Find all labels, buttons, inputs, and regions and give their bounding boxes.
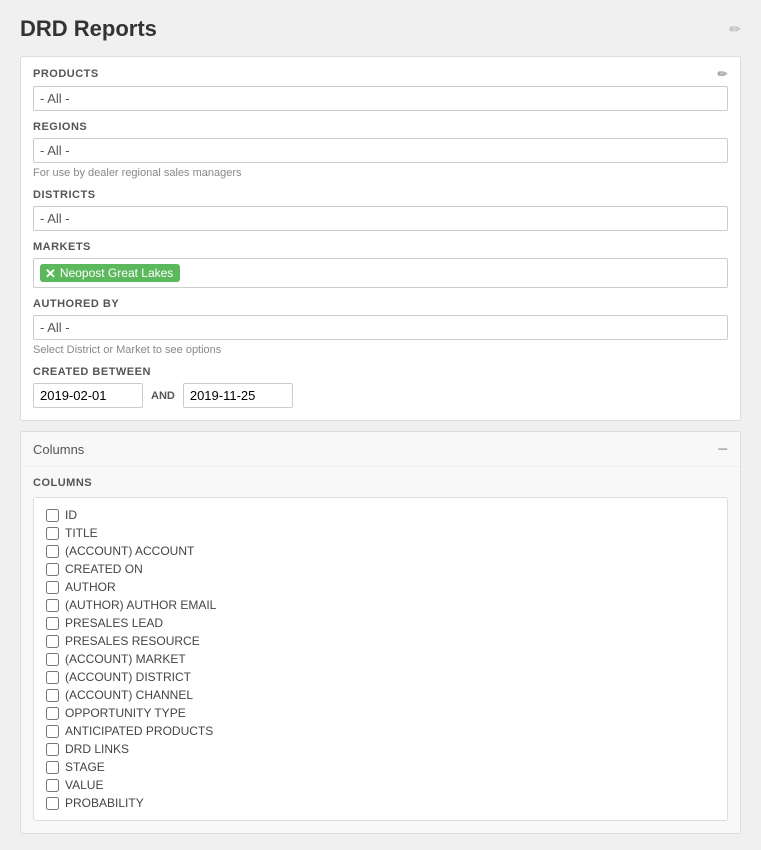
column-item: AUTHOR	[46, 578, 715, 596]
column-item: ANTICIPATED PRODUCTS	[46, 722, 715, 740]
column-label: CREATED ON	[65, 562, 143, 576]
column-checkbox-15[interactable]	[46, 779, 59, 792]
column-label: STAGE	[65, 760, 105, 774]
districts-section: DISTRICTS - All -	[33, 189, 728, 231]
column-label: (AUTHOR) AUTHOR EMAIL	[65, 598, 216, 612]
authored-by-select[interactable]: - All -	[33, 315, 728, 340]
markets-label: MARKETS	[33, 241, 91, 253]
column-item: VALUE	[46, 776, 715, 794]
regions-hint: For use by dealer regional sales manager…	[33, 167, 728, 179]
markets-tag-remove[interactable]: ✕	[45, 267, 56, 280]
column-checkbox-13[interactable]	[46, 743, 59, 756]
products-select[interactable]: - All -	[33, 86, 728, 111]
column-checkbox-0[interactable]	[46, 509, 59, 522]
date-row: AND	[33, 383, 728, 408]
column-label: (ACCOUNT) DISTRICT	[65, 670, 191, 684]
markets-tag-label: Neopost Great Lakes	[60, 266, 173, 280]
columns-inner: COLUMNS ID TITLE (ACCOUNT) ACCOUNT CREATED …	[21, 467, 740, 833]
column-checkbox-6[interactable]	[46, 617, 59, 630]
date-and-label: AND	[151, 390, 175, 402]
column-item: OPPORTUNITY TYPE	[46, 704, 715, 722]
column-item: ID	[46, 506, 715, 524]
column-item: DRD LINKS	[46, 740, 715, 758]
column-label: AUTHOR	[65, 580, 116, 594]
column-item: (ACCOUNT) MARKET	[46, 650, 715, 668]
products-section: PRODUCTS ✏ - All -	[33, 67, 728, 111]
column-label: PROBABILITY	[65, 796, 144, 810]
page-edit-button[interactable]: ✏	[729, 21, 741, 38]
markets-tag-container: ✕ Neopost Great Lakes	[33, 258, 728, 288]
column-checkbox-7[interactable]	[46, 635, 59, 648]
date-to-input[interactable]	[183, 383, 293, 408]
column-checkbox-10[interactable]	[46, 689, 59, 702]
products-edit-icon[interactable]: ✏	[717, 67, 728, 81]
column-label: ANTICIPATED PRODUCTS	[65, 724, 213, 738]
column-label: VALUE	[65, 778, 103, 792]
column-item: CREATED ON	[46, 560, 715, 578]
column-checkbox-2[interactable]	[46, 545, 59, 558]
page-title: DRD Reports	[20, 16, 157, 42]
columns-section: Columns − COLUMNS ID TITLE (ACCOUNT) ACCOU…	[20, 431, 741, 834]
regions-select[interactable]: - All -	[33, 138, 728, 163]
column-item: TITLE	[46, 524, 715, 542]
created-between-section: CREATED BETWEEN AND	[33, 366, 728, 408]
column-label: DRD LINKS	[65, 742, 129, 756]
column-item: (ACCOUNT) ACCOUNT	[46, 542, 715, 560]
created-between-label: CREATED BETWEEN	[33, 366, 151, 378]
column-checkbox-12[interactable]	[46, 725, 59, 738]
column-checkbox-3[interactable]	[46, 563, 59, 576]
authored-by-label: AUTHORED BY	[33, 298, 119, 310]
column-label: OPPORTUNITY TYPE	[65, 706, 186, 720]
column-checkbox-9[interactable]	[46, 671, 59, 684]
column-label: TITLE	[65, 526, 98, 540]
districts-select[interactable]: - All -	[33, 206, 728, 231]
authored-by-section: AUTHORED BY - All - Select District or M…	[33, 298, 728, 356]
columns-collapse-icon[interactable]: −	[717, 440, 728, 458]
districts-label: DISTRICTS	[33, 189, 96, 201]
column-label: PRESALES RESOURCE	[65, 634, 200, 648]
column-label: (ACCOUNT) CHANNEL	[65, 688, 193, 702]
columns-header[interactable]: Columns −	[21, 432, 740, 467]
column-item: PRESALES RESOURCE	[46, 632, 715, 650]
column-item: (AUTHOR) AUTHOR EMAIL	[46, 596, 715, 614]
column-checkbox-16[interactable]	[46, 797, 59, 810]
column-label: (ACCOUNT) ACCOUNT	[65, 544, 194, 558]
column-checkbox-14[interactable]	[46, 761, 59, 774]
date-from-input[interactable]	[33, 383, 143, 408]
column-checkbox-1[interactable]	[46, 527, 59, 540]
column-item: STAGE	[46, 758, 715, 776]
column-checkbox-8[interactable]	[46, 653, 59, 666]
column-item: (ACCOUNT) DISTRICT	[46, 668, 715, 686]
products-label: PRODUCTS	[33, 68, 99, 80]
column-item: (ACCOUNT) CHANNEL	[46, 686, 715, 704]
column-checkbox-5[interactable]	[46, 599, 59, 612]
columns-inner-header: COLUMNS	[33, 477, 728, 489]
markets-section: MARKETS ✕ Neopost Great Lakes	[33, 241, 728, 288]
authored-by-hint: Select District or Market to see options	[33, 344, 728, 356]
columns-box: ID TITLE (ACCOUNT) ACCOUNT CREATED ON AUTHOR…	[33, 497, 728, 821]
regions-label: REGIONS	[33, 121, 87, 133]
column-label: (ACCOUNT) MARKET	[65, 652, 186, 666]
filter-panel: PRODUCTS ✏ - All - REGIONS - All - For u…	[20, 56, 741, 421]
column-item: PRESALES LEAD	[46, 614, 715, 632]
column-checkbox-4[interactable]	[46, 581, 59, 594]
markets-tag[interactable]: ✕ Neopost Great Lakes	[40, 264, 180, 282]
columns-header-label: Columns	[33, 442, 84, 457]
column-checkbox-11[interactable]	[46, 707, 59, 720]
column-label: ID	[65, 508, 77, 522]
column-label: PRESALES LEAD	[65, 616, 163, 630]
regions-section: REGIONS - All - For use by dealer region…	[33, 121, 728, 179]
column-item: PROBABILITY	[46, 794, 715, 812]
